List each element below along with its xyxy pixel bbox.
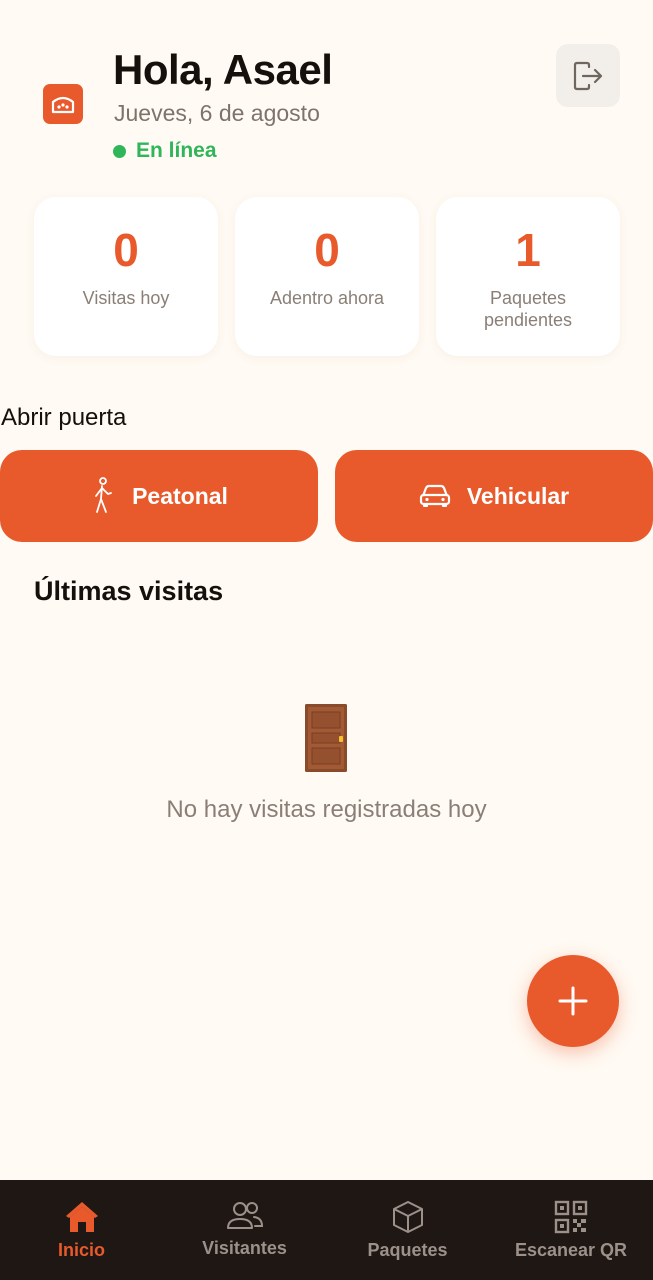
users-icon: [226, 1202, 263, 1229]
nav-item-scan-qr[interactable]: Escanear QR: [489, 1180, 653, 1280]
building-icon: [43, 84, 83, 124]
door-icon: [303, 703, 349, 778]
stat-card-pending-packages[interactable]: 1 Paquetes pendientes: [436, 197, 620, 356]
stat-value: 0: [113, 224, 139, 276]
greeting-title: Hola, Asael: [113, 46, 333, 93]
nav-item-visitors[interactable]: Visitantes: [163, 1180, 326, 1280]
status-label: En línea: [136, 139, 217, 162]
home-icon: [65, 1202, 98, 1232]
nav-label: Paquetes: [367, 1240, 448, 1260]
bottom-nav: Inicio Visitantes Paquetes Escanear QR: [0, 1180, 653, 1280]
package-icon: [392, 1201, 423, 1233]
app-screen: Hola, Asael Jueves, 6 de agosto En línea…: [0, 0, 653, 1280]
open-door-title: Abrir puerta: [1, 404, 127, 431]
stat-value: 0: [314, 224, 340, 276]
recent-visits-title: Últimas visitas: [34, 576, 224, 606]
nav-label: Visitantes: [202, 1238, 287, 1258]
pedestrian-icon: [95, 477, 112, 513]
connection-status: En línea: [113, 139, 217, 163]
add-visit-button[interactable]: [527, 955, 619, 1047]
nav-label: Escanear QR: [514, 1240, 628, 1260]
logout-button[interactable]: [556, 44, 620, 107]
stat-card-visits-today[interactable]: 0 Visitas hoy: [34, 197, 218, 356]
vehicle-label: Vehicular: [466, 482, 570, 509]
nav-label: Inicio: [57, 1240, 105, 1260]
stat-value: 1: [515, 224, 541, 276]
qr-icon: [554, 1200, 588, 1234]
current-date: Jueves, 6 de agosto: [114, 100, 320, 126]
logout-icon: [573, 61, 603, 90]
pedestrian-label: Peatonal: [132, 482, 228, 509]
stat-label: Paquetes pendientes: [483, 288, 573, 330]
stat-label: Visitas hoy: [82, 288, 170, 308]
status-dot-icon: [113, 144, 126, 158]
stat-label: Adentro ahora: [269, 288, 385, 308]
vehicle-door-button[interactable]: Vehicular: [335, 450, 653, 542]
stat-card-inside-now[interactable]: 0 Adentro ahora: [235, 197, 419, 356]
nav-item-home[interactable]: Inicio: [0, 1180, 163, 1280]
plus-icon: [558, 986, 588, 1016]
nav-item-packages[interactable]: Paquetes: [326, 1180, 489, 1280]
empty-state-text: No hay visitas registradas hoy: [166, 796, 487, 823]
car-icon: [419, 484, 450, 507]
pedestrian-door-button[interactable]: Peatonal: [0, 450, 318, 542]
